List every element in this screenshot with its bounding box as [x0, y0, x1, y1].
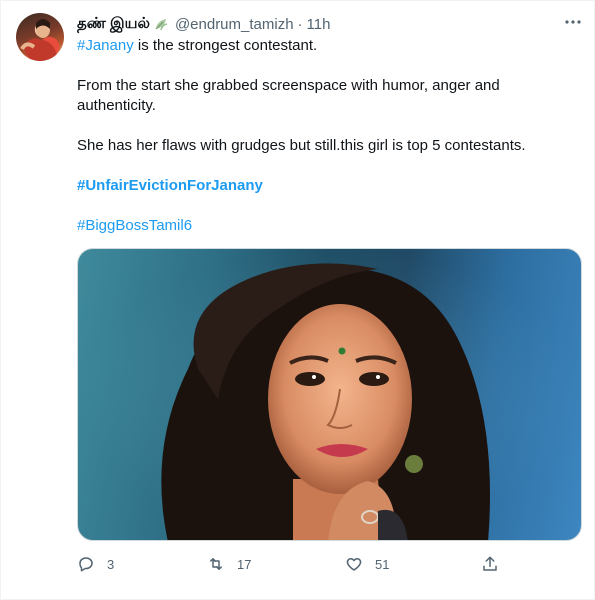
hashtag-janany[interactable]: #Janany [77, 37, 134, 54]
author-display-name[interactable]: தண் இயல் [77, 15, 150, 34]
more-options-icon[interactable] [562, 11, 584, 33]
like-button[interactable]: 51 [345, 553, 389, 575]
retweet-count: 17 [237, 556, 252, 572]
tweet-header: தண் இயல் @endrum_tamizh · 11h [77, 13, 582, 35]
tweet-card[interactable]: தண் இயல் @endrum_tamizh · 11h #Janany is… [0, 0, 595, 600]
separator-dot: · [297, 15, 303, 33]
heart-icon [345, 555, 363, 573]
hashtag-biggboss[interactable]: #BiggBossTamil6 [77, 217, 192, 234]
tweet-paragraph-3: She has her flaws with grudges but still… [77, 137, 526, 154]
author-handle[interactable]: @endrum_tamizh [175, 16, 294, 33]
share-button[interactable] [481, 553, 499, 575]
retweet-button[interactable]: 17 [207, 553, 251, 575]
tweet-photo[interactable] [77, 248, 582, 541]
avatar-image [20, 19, 58, 61]
reply-icon [77, 555, 95, 573]
tweet-paragraph-1: #Janany is the strongest contestant. [77, 36, 577, 56]
hashtag-unfair-eviction[interactable]: #UnfairEvictionForJanany [77, 177, 263, 194]
reply-count: 3 [107, 556, 115, 572]
leaf-icon [153, 16, 169, 32]
tweet-actions: 3 17 51 [77, 553, 507, 577]
retweet-icon [207, 555, 225, 573]
like-count: 51 [375, 556, 390, 572]
author-avatar[interactable] [16, 13, 64, 61]
reply-button[interactable]: 3 [77, 553, 114, 575]
tweet-line-1-text: is the strongest contestant. [133, 37, 318, 54]
tweet-timestamp[interactable]: 11h [307, 16, 331, 33]
tweet-paragraph-2: From the start she grabbed screenspace w… [77, 77, 500, 114]
photo-portrait [78, 249, 581, 540]
tweet-text: #Janany is the strongest contestant. Fro… [77, 36, 577, 256]
share-icon [481, 555, 499, 573]
